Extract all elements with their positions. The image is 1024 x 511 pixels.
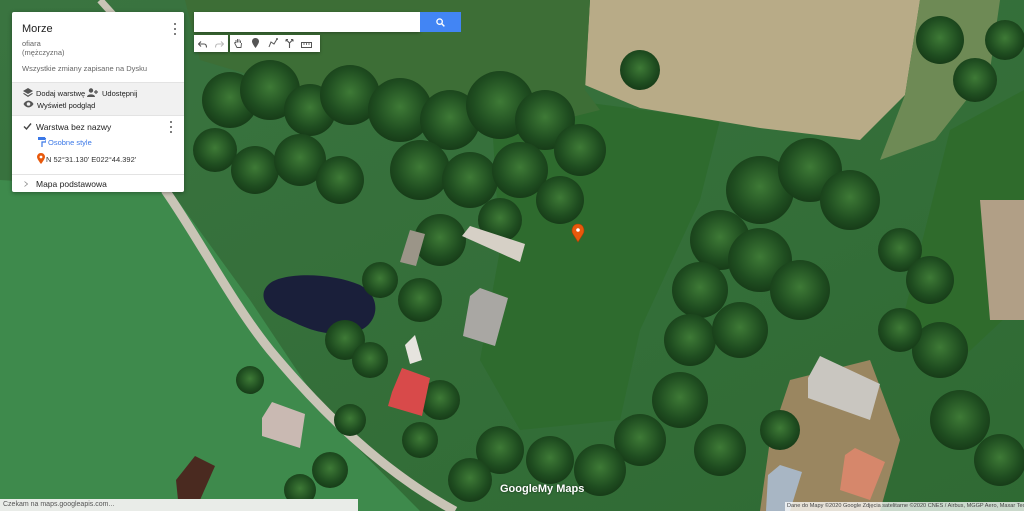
share-button[interactable]: Udostępnij xyxy=(87,88,137,99)
search-button[interactable] xyxy=(420,12,461,32)
pan-tool-button[interactable] xyxy=(230,35,247,52)
add-person-icon xyxy=(87,88,99,99)
directions-button[interactable] xyxy=(281,35,298,52)
layer-checkbox[interactable] xyxy=(23,122,32,133)
preview-label: Wyświetl podgląd xyxy=(37,100,96,110)
draw-line-button[interactable] xyxy=(264,35,281,52)
eye-icon xyxy=(23,100,34,110)
share-label: Udostępnij xyxy=(102,89,138,98)
expand-arrow-icon[interactable] xyxy=(23,180,29,189)
individual-styles-link[interactable]: Osobne style xyxy=(48,138,92,147)
hand-icon xyxy=(234,35,243,53)
search-input[interactable] xyxy=(194,12,420,32)
draw-line-icon xyxy=(268,35,278,53)
add-marker-button[interactable] xyxy=(247,35,264,52)
map-attribution[interactable]: Dane do Mapy ©2020 Google Zdjęcia sateli… xyxy=(785,502,1024,511)
browser-status-bar: Czekam na maps.googleapis.com... xyxy=(0,499,358,511)
map-description-line2: (mężczyzna) xyxy=(22,48,65,57)
paint-roller-icon xyxy=(38,137,47,149)
measure-button[interactable] xyxy=(298,35,315,52)
undo-button[interactable] xyxy=(194,35,211,52)
map-title[interactable]: Morze xyxy=(22,23,53,35)
logo-google-text: Google xyxy=(500,483,538,495)
ruler-icon xyxy=(301,35,312,53)
layers-icon xyxy=(23,88,33,99)
map-menu-icon[interactable] xyxy=(170,23,180,35)
marker-icon xyxy=(252,35,259,53)
redo-button[interactable] xyxy=(211,35,228,52)
undo-redo-toolbar xyxy=(194,35,228,52)
search-icon xyxy=(436,15,445,30)
save-status: Wszystkie zmiany zapisane na Dysku xyxy=(22,64,148,73)
preview-button[interactable]: Wyświetl podgląd xyxy=(23,100,95,110)
placemark-icon xyxy=(37,153,45,166)
undo-icon xyxy=(197,35,208,53)
directions-icon xyxy=(285,35,294,53)
redo-icon xyxy=(214,35,225,53)
drawing-toolbar xyxy=(230,35,320,52)
placemark-item[interactable]: N 52°31.130' E022°44.392' xyxy=(46,155,136,164)
layer-options-icon[interactable] xyxy=(166,121,176,133)
logo-mymaps-text: My Maps xyxy=(537,483,585,495)
basemap-section[interactable]: Mapa podstawowa xyxy=(12,174,184,192)
add-layer-button[interactable]: Dodaj warstwę xyxy=(23,88,85,99)
google-my-maps-logo: GoogleMy Maps xyxy=(500,483,584,495)
map-sidebar: Morze ofiara (mężczyzna) Wszystkie zmian… xyxy=(12,12,184,192)
add-layer-label: Dodaj warstwę xyxy=(36,89,86,98)
layer-name[interactable]: Warstwa bez nazwy xyxy=(36,122,111,132)
map-description[interactable]: ofiara xyxy=(22,39,41,48)
basemap-label: Mapa podstawowa xyxy=(36,179,107,189)
layer-actions: Dodaj warstwę Udostępnij Wyświetl podglą… xyxy=(12,82,184,116)
